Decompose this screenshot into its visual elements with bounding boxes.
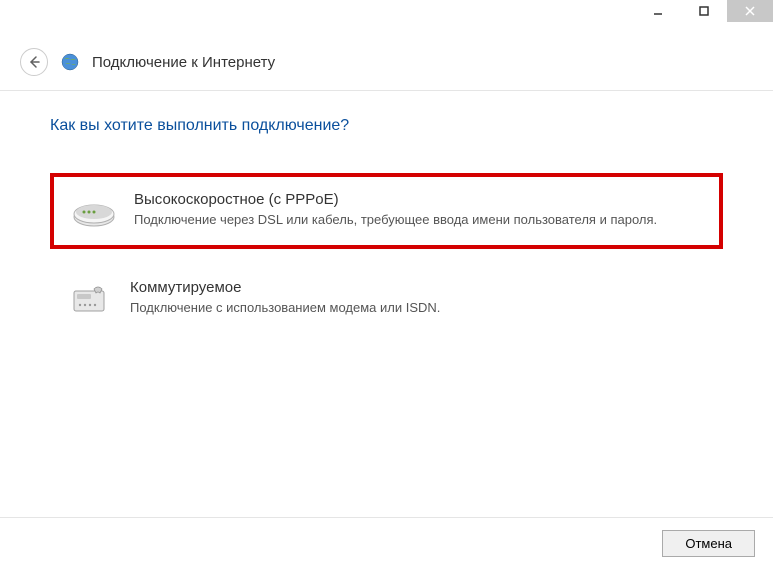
- globe-icon: [60, 52, 80, 72]
- option-description: Подключение через DSL или кабель, требую…: [134, 211, 701, 229]
- maximize-button[interactable]: [681, 0, 727, 22]
- option-text: Высокоскоростное (с PPPoE) Подключение ч…: [134, 191, 701, 229]
- dialog-title: Подключение к Интернету: [92, 54, 275, 71]
- option-text: Коммутируемое Подключение с использовани…: [130, 279, 705, 317]
- close-button[interactable]: [727, 0, 773, 22]
- cancel-button[interactable]: Отмена: [662, 530, 755, 557]
- question-text: Как вы хотите выполнить подключение?: [50, 117, 723, 135]
- phone-modem-icon: [68, 281, 112, 317]
- back-button[interactable]: [20, 48, 48, 76]
- option-pppoe[interactable]: Высокоскоростное (с PPPoE) Подключение ч…: [50, 173, 723, 249]
- dialog-content: Как вы хотите выполнить подключение? Выс…: [0, 91, 773, 353]
- option-title: Высокоскоростное (с PPPoE): [134, 191, 701, 208]
- modem-icon: [72, 193, 116, 229]
- option-description: Подключение с использованием модема или …: [130, 299, 705, 317]
- minimize-button[interactable]: [635, 0, 681, 22]
- titlebar: [0, 0, 773, 30]
- dialog-footer: Отмена: [0, 517, 773, 569]
- option-title: Коммутируемое: [130, 279, 705, 296]
- dialog-header: Подключение к Интернету: [0, 30, 773, 91]
- option-dialup[interactable]: Коммутируемое Подключение с использовани…: [50, 265, 723, 333]
